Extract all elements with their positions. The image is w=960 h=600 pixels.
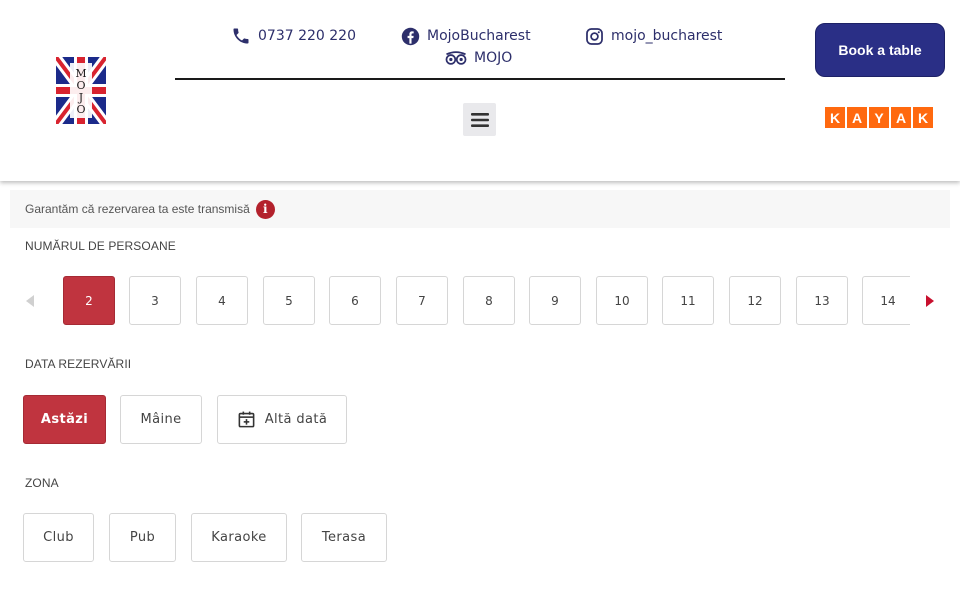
kayak-letter: A: [891, 107, 911, 128]
persons-option[interactable]: 11: [662, 276, 714, 325]
menu-toggle-button[interactable]: [463, 103, 496, 136]
reservation-notice: Garantăm că rezervarea ta este transmisă…: [10, 190, 950, 228]
persons-carousel: 2 3 4 5 6 7 8 9 10 11 12 13 14: [63, 276, 910, 325]
header-divider: [175, 78, 785, 80]
persons-option[interactable]: 9: [529, 276, 581, 325]
site-header: MOJO 0737 220 220 MojoBucharest mojo_buc…: [0, 0, 960, 181]
persons-option[interactable]: 13: [796, 276, 848, 325]
phone-number: 0737 220 220: [258, 28, 356, 44]
date-tomorrow-button[interactable]: Mâine: [120, 395, 202, 444]
kayak-letter: A: [847, 107, 867, 128]
zone-label: ZONA: [25, 476, 59, 490]
tripadvisor-label: MOJO: [474, 50, 513, 66]
persons-next-arrow[interactable]: [924, 294, 936, 308]
mojo-logo[interactable]: MOJO: [51, 54, 111, 127]
facebook-icon: [401, 27, 420, 45]
persons-option[interactable]: 4: [196, 276, 248, 325]
calendar-add-icon: [238, 411, 255, 428]
info-icon[interactable]: i: [255, 199, 275, 219]
kayak-letter: Y: [869, 107, 889, 128]
notice-text: Garantăm că rezervarea ta este transmisă: [25, 202, 250, 216]
persons-option[interactable]: 2: [63, 276, 115, 325]
persons-option[interactable]: 5: [263, 276, 315, 325]
date-other-label: Altă dată: [264, 412, 328, 427]
zone-pub-button[interactable]: Pub: [109, 513, 176, 562]
kayak-letter: K: [825, 107, 845, 128]
phone-link[interactable]: 0737 220 220: [231, 25, 356, 47]
persons-option[interactable]: 12: [729, 276, 781, 325]
zone-karaoke-button[interactable]: Karaoke: [191, 513, 287, 562]
date-other-button[interactable]: Altă dată: [217, 395, 347, 444]
phone-icon: [233, 28, 249, 44]
persons-option[interactable]: 14: [862, 276, 910, 325]
zone-terasa-button[interactable]: Terasa: [301, 513, 387, 562]
persons-prev-arrow[interactable]: [24, 294, 36, 308]
persons-option[interactable]: 6: [329, 276, 381, 325]
instagram-icon: [586, 27, 603, 45]
instagram-link[interactable]: mojo_bucharest: [585, 25, 722, 47]
book-table-button[interactable]: Book a table: [815, 23, 945, 77]
persons-option[interactable]: 3: [129, 276, 181, 325]
persons-option[interactable]: 10: [596, 276, 648, 325]
tripadvisor-link[interactable]: MOJO: [445, 47, 512, 69]
logo-text: MOJO: [74, 66, 88, 115]
zone-club-button[interactable]: Club: [23, 513, 94, 562]
kayak-letter: K: [913, 107, 933, 128]
kayak-logo[interactable]: K A Y A K: [825, 107, 933, 128]
chevron-right-icon: [926, 295, 934, 307]
chevron-left-icon: [26, 295, 34, 307]
persons-label: NUMĂRUL DE PERSOANE: [25, 239, 176, 253]
tripadvisor-icon: [445, 51, 467, 65]
date-today-button[interactable]: Astăzi: [23, 395, 106, 444]
date-label: DATA REZERVĂRII: [25, 357, 132, 371]
facebook-handle: MojoBucharest: [427, 28, 531, 44]
persons-option[interactable]: 7: [396, 276, 448, 325]
hamburger-icon: [470, 112, 489, 127]
instagram-handle: mojo_bucharest: [611, 28, 723, 44]
facebook-link[interactable]: MojoBucharest: [401, 25, 531, 47]
persons-option[interactable]: 8: [463, 276, 515, 325]
